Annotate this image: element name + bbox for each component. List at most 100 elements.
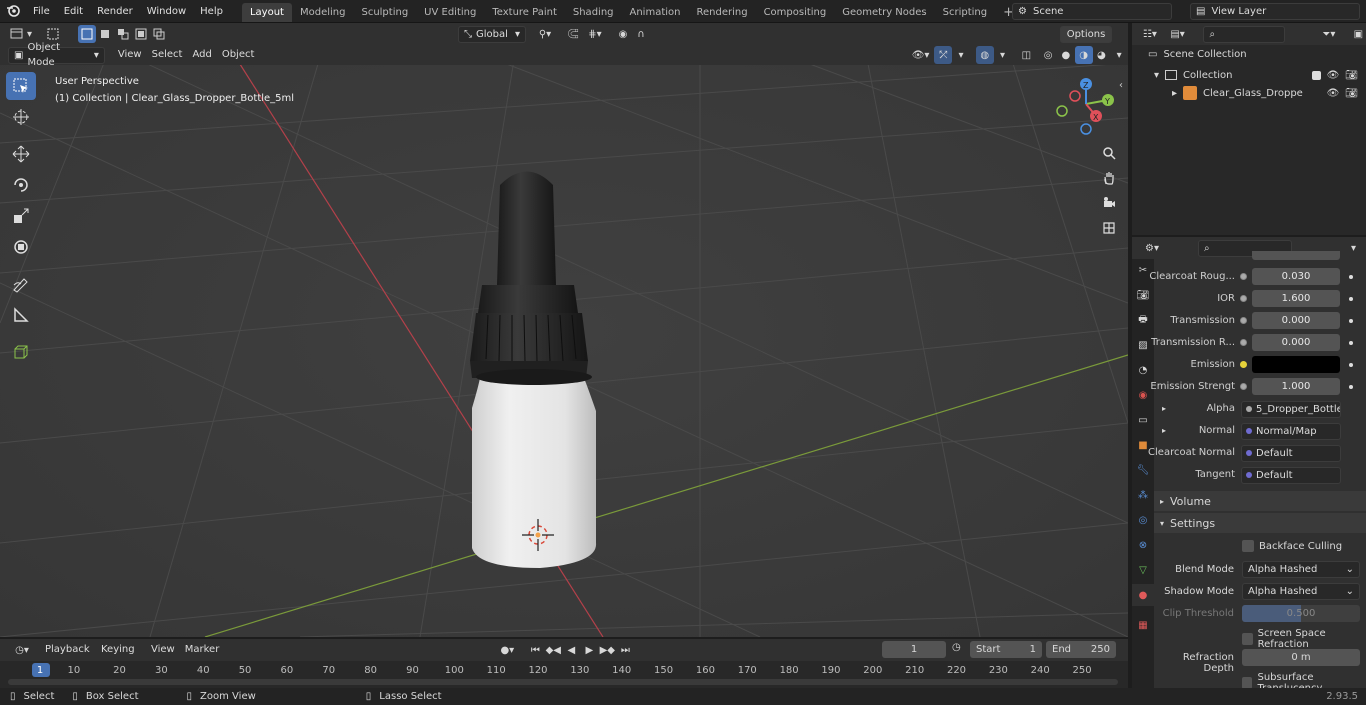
navigation-gizmo[interactable]: Y X Z — [1052, 76, 1118, 138]
filter-icon[interactable]: ⏷▾ — [1317, 25, 1341, 43]
tab-texture-paint[interactable]: Texture Paint — [484, 3, 565, 22]
pivot-point-icon[interactable]: ⚲▾ — [532, 25, 558, 43]
tab-modeling[interactable]: Modeling — [292, 3, 354, 22]
snap-toggle-icon[interactable]: 🧲︎ — [564, 25, 582, 43]
transmission-roughness-field[interactable]: 0.000 — [1252, 334, 1340, 351]
collection-tab-icon[interactable]: ▭ — [1132, 409, 1154, 431]
timeline-menu-marker[interactable]: Marker — [180, 641, 225, 659]
constraints-tab-icon[interactable]: ⊗ — [1132, 534, 1154, 556]
proportional-editing-icon[interactable]: ◉ — [614, 25, 632, 43]
cursor-tool-icon[interactable] — [6, 103, 36, 131]
tab-layout[interactable]: Layout — [241, 2, 292, 22]
blend-mode-dropdown[interactable]: Alpha Hashed ⌄ — [1242, 561, 1360, 578]
select-box-tool-icon[interactable] — [6, 72, 36, 100]
viewport-menu-view[interactable]: View — [113, 46, 147, 64]
xray-toggle-icon[interactable]: ◫ — [1017, 46, 1035, 64]
pan-hand-icon[interactable] — [1098, 167, 1120, 189]
select-subtract-icon[interactable] — [114, 25, 132, 43]
volume-panel-header[interactable]: ▸ Volume — [1154, 491, 1366, 511]
refraction-depth-field[interactable]: 0 m — [1242, 649, 1360, 666]
keying-menu[interactable]: Keying ▾ — [96, 641, 146, 670]
tab-rendering[interactable]: Rendering — [688, 3, 755, 22]
tab-scripting[interactable]: Scripting — [935, 3, 995, 22]
options-dropdown[interactable]: Options ▾ — [1060, 25, 1112, 55]
render-camera-icon[interactable]: 📷︎ — [1345, 70, 1358, 81]
editor-type-icon[interactable]: ▾ — [0, 28, 36, 40]
particles-tab-icon[interactable]: ⁂ — [1132, 484, 1154, 506]
viewport-menu-select[interactable]: Select — [147, 46, 188, 64]
select-extend-icon[interactable] — [96, 25, 114, 43]
outliner-row-object[interactable]: ▸ Clear_Glass_Dropper_Bot 👁︎ 📷︎ — [1132, 84, 1366, 102]
transform-orientation-dropdown[interactable]: ⤡ Global ▾ — [458, 25, 526, 43]
overlay-dropdown-icon[interactable]: ▾ — [994, 46, 1012, 64]
outliner-search-input[interactable]: ⌕ — [1203, 25, 1285, 43]
add-cube-tool-icon[interactable] — [6, 338, 36, 366]
menu-window[interactable]: Window — [140, 0, 193, 23]
keyframe-dot[interactable] — [1349, 385, 1353, 389]
stopwatch-icon[interactable]: ◷ — [952, 642, 961, 653]
overlay-toggle-icon[interactable]: ◍ — [975, 46, 994, 64]
socket-dot[interactable] — [1240, 339, 1247, 346]
outliner-row-scene-collection[interactable]: ▭ Scene Collection — [1148, 49, 1247, 60]
tab-animation[interactable]: Animation — [622, 3, 689, 22]
shading-dropdown-icon[interactable]: ▾ — [1110, 46, 1128, 64]
screen-space-refraction-checkbox[interactable]: Screen Space Refraction — [1242, 628, 1366, 650]
scale-tool-icon[interactable] — [6, 202, 36, 230]
timeline-scrubber[interactable]: 10 20 30 40 50 60 70 80 90 100 110 120 130 140 150 160 1… — [0, 661, 1128, 688]
new-collection-icon[interactable]: ▣ — [1351, 25, 1366, 43]
play-icon[interactable]: ▶ — [580, 641, 598, 659]
wireframe-shading-icon[interactable]: ◎ — [1039, 46, 1057, 64]
measure-tool-icon[interactable] — [6, 301, 36, 329]
render-camera-icon[interactable]: 📷︎ — [1345, 88, 1358, 99]
socket-dot[interactable] — [1240, 317, 1247, 324]
emission-strength-field[interactable]: 1.000 — [1252, 378, 1340, 395]
zoom-icon[interactable] — [1098, 142, 1120, 164]
render-tab-icon[interactable]: 📷︎ — [1132, 284, 1154, 306]
jump-end-icon[interactable]: ⏭ — [616, 641, 634, 659]
tab-uv-editing[interactable]: UV Editing — [416, 3, 484, 22]
keyframe-dot[interactable] — [1349, 319, 1353, 323]
scene-selector[interactable]: ⚙ Scene — [1012, 2, 1172, 20]
ortho-grid-icon[interactable] — [1098, 217, 1120, 239]
mode-dropdown[interactable]: ▣ Object Mode ▾ — [8, 42, 105, 68]
rendered-shading-icon[interactable]: ◕ — [1093, 46, 1111, 64]
ior-field[interactable]: 1.600 — [1252, 290, 1340, 307]
end-frame-field[interactable]: End 250 — [1046, 641, 1116, 658]
tangent-link-field[interactable]: Default — [1241, 467, 1341, 484]
clearcoat-normal-link-field[interactable]: Default — [1241, 445, 1341, 462]
select-invert-icon[interactable] — [132, 25, 150, 43]
annotate-tool-icon[interactable] — [6, 270, 36, 298]
auto-keying-icon[interactable]: ●▾ — [492, 641, 522, 659]
play-reverse-icon[interactable]: ◀ — [562, 641, 580, 659]
clearcoat-roughness-field[interactable]: 0.030 — [1252, 268, 1340, 285]
tab-shading[interactable]: Shading — [565, 3, 622, 22]
keyframe-dot[interactable] — [1349, 275, 1353, 279]
color-socket-dot[interactable] — [1240, 361, 1247, 368]
scene-tab-icon[interactable]: ◔ — [1132, 359, 1154, 381]
viewport-menu-object[interactable]: Object — [217, 46, 260, 64]
sidebar-toggle-icon[interactable]: ‹ — [1119, 80, 1123, 91]
expand-arrow-icon[interactable]: ▸ — [1162, 426, 1166, 435]
viewport-menu-add[interactable]: Add — [187, 46, 216, 64]
current-frame-field[interactable]: 1 — [882, 641, 946, 658]
visibility-eye-icon[interactable]: 👁︎ — [1327, 70, 1340, 81]
menu-edit[interactable]: Edit — [57, 0, 90, 23]
backface-culling-checkbox[interactable]: Backface Culling — [1242, 540, 1342, 552]
alpha-link-field[interactable]: 5_Dropper_Bottle_li... — [1241, 401, 1341, 418]
playback-menu[interactable]: Playback ▾ — [40, 641, 96, 670]
keyframe-dot[interactable] — [1349, 363, 1353, 367]
camera-view-icon[interactable] — [1098, 192, 1120, 214]
timeline-menu-view[interactable]: View — [146, 641, 180, 659]
output-tab-icon[interactable]: 🖶︎ — [1132, 309, 1154, 331]
shadow-mode-dropdown[interactable]: Alpha Hashed ⌄ — [1242, 583, 1360, 600]
material-preview-shading-icon[interactable]: ◑ — [1074, 46, 1093, 64]
menu-render[interactable]: Render — [90, 0, 140, 23]
socket-dot[interactable] — [1240, 273, 1247, 280]
blender-logo-icon[interactable] — [0, 4, 26, 18]
texture-tab-icon[interactable]: ▦ — [1132, 614, 1154, 636]
socket-dot[interactable] — [1240, 295, 1247, 302]
solid-shading-icon[interactable]: ● — [1057, 46, 1075, 64]
jump-start-icon[interactable]: ⏮ — [526, 641, 544, 659]
physics-tab-icon[interactable]: ◎ — [1132, 509, 1154, 531]
menu-help[interactable]: Help — [193, 0, 230, 23]
